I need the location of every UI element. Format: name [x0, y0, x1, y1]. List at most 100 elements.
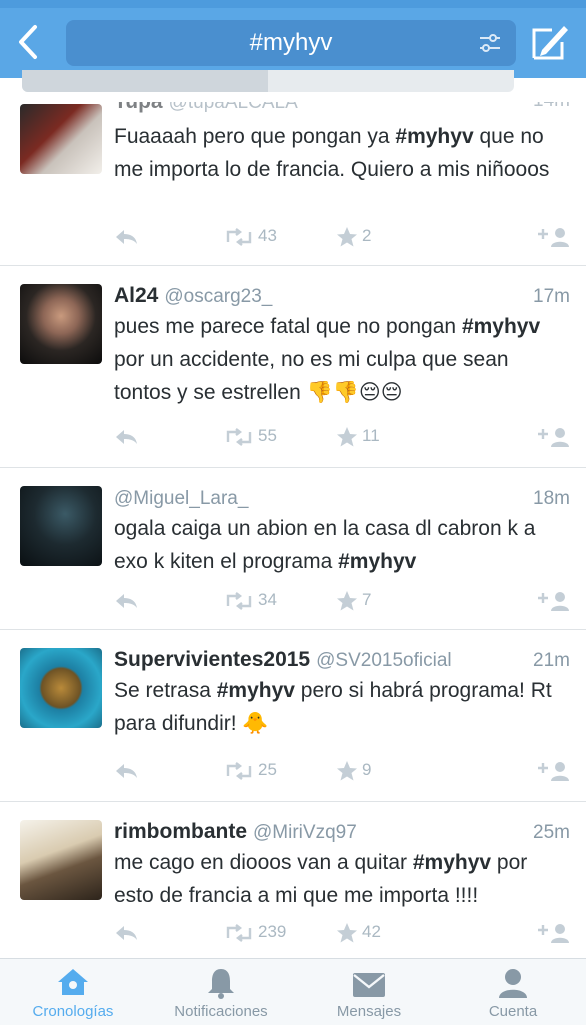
favorite-button[interactable]: 2 [336, 222, 371, 250]
star-icon [337, 426, 357, 447]
retweet-icon [226, 761, 252, 780]
tweet-text-part: pues me parece fatal que no pongan [114, 315, 462, 338]
tweet-text-part: ogala caiga un abion en la casa dl cabro… [114, 517, 536, 573]
compose-button[interactable] [528, 20, 572, 64]
tweet-time: 21m [533, 650, 570, 671]
reply-button[interactable] [114, 756, 138, 784]
hashtag-link[interactable]: #myhyv [462, 315, 540, 338]
reply-button[interactable] [114, 222, 138, 250]
tweet-actions: 239 42 [114, 918, 570, 946]
tweet-author-name: Al24 [114, 284, 159, 307]
hashtag-link[interactable]: #myhyv [217, 679, 295, 702]
star-icon [337, 922, 357, 943]
status-bar [0, 0, 586, 8]
retweet-count: 34 [258, 590, 277, 609]
tweet-handle: @Miguel_Lara_ [114, 488, 249, 509]
retweet-icon [226, 591, 252, 610]
tweet-actions: 34 7 [114, 586, 570, 614]
tweet-handle: @SV2015oficial [316, 650, 452, 671]
tweet-author-name: Supervivientes2015 [114, 648, 311, 671]
retweet-icon [226, 923, 252, 942]
tweet[interactable]: Tupa @tupaALCALA 14m Fuaaaah pero que pon… [0, 102, 586, 266]
follow-button[interactable] [536, 422, 570, 450]
favorite-count: 2 [362, 226, 372, 245]
avatar[interactable] [20, 284, 102, 364]
favorite-button[interactable]: 7 [336, 586, 371, 614]
sliders-icon[interactable] [478, 32, 502, 54]
retweet-button[interactable]: 43 [224, 222, 277, 250]
tweet-author[interactable]: Supervivientes2015 @SV2015oficial [114, 648, 452, 672]
tweet-handle: @tupaALCALA [168, 102, 298, 113]
hashtag-link[interactable]: #myhyv [413, 851, 491, 874]
reply-icon [116, 593, 137, 608]
tweet-actions: 25 9 [114, 756, 570, 784]
favorite-button[interactable]: 9 [336, 756, 371, 784]
person-icon [499, 969, 527, 998]
reply-button[interactable] [114, 586, 138, 614]
follow-icon [538, 591, 569, 611]
chevron-left-icon [19, 25, 37, 59]
retweet-button[interactable]: 25 [224, 756, 277, 784]
tweet-handle: @oscarg23_ [164, 286, 273, 307]
tweet-text: me cago en diooos van a quitar #myhyv po… [114, 846, 570, 912]
tab-cronologias[interactable]: Cronologías [0, 959, 146, 1025]
star-icon [337, 590, 357, 611]
follow-icon [538, 227, 569, 247]
follow-button[interactable] [536, 586, 570, 614]
reply-button[interactable] [114, 918, 138, 946]
favorite-count: 7 [362, 590, 372, 609]
back-button[interactable] [12, 22, 44, 62]
tweet-time: 25m [533, 822, 570, 843]
reply-icon [116, 763, 137, 778]
tweet-time: 14m [533, 102, 570, 112]
retweet-button[interactable]: 55 [224, 422, 277, 450]
tab-notificaciones[interactable]: Notificaciones [148, 959, 294, 1025]
tab-cuenta[interactable]: Cuenta [440, 959, 586, 1025]
tweet-author[interactable]: @Miguel_Lara_ [114, 486, 248, 510]
avatar[interactable] [20, 486, 102, 566]
tweet-time: 18m [533, 488, 570, 509]
retweet-count: 55 [258, 426, 277, 445]
follow-icon [538, 761, 569, 781]
home-icon [58, 969, 88, 995]
tweet-text: Fuaaaah pero que pongan ya #myhyv que no… [114, 120, 570, 186]
follow-icon [538, 923, 569, 943]
follow-button[interactable] [536, 918, 570, 946]
tweet-author-name: rimbombante [114, 820, 248, 843]
reply-icon [116, 229, 137, 244]
tweet-author[interactable]: Tupa @tupaALCALA [114, 102, 298, 114]
tab-mensajes[interactable]: Mensajes [296, 959, 442, 1025]
tweet-text: Se retrasa #myhyv pero si habrá programa… [114, 674, 570, 740]
timeline: Tupa @tupaALCALA 14m Fuaaaah pero que pon… [0, 102, 586, 958]
tweet-handle: @MiriVzq97 [253, 822, 357, 843]
favorite-button[interactable]: 11 [336, 422, 380, 450]
tweet-text-part: Se retrasa [114, 679, 217, 702]
star-icon [337, 226, 357, 247]
avatar[interactable] [20, 648, 102, 728]
avatar[interactable] [20, 104, 102, 174]
follow-button[interactable] [536, 756, 570, 784]
segmented-tabs[interactable] [22, 70, 514, 92]
retweet-count: 239 [258, 922, 287, 941]
avatar[interactable] [20, 820, 102, 900]
search-field[interactable]: #myhyv [66, 20, 516, 66]
tweet[interactable]: rimbombante @MiriVzq97 25m me cago en dio… [0, 802, 586, 958]
tweet-author[interactable]: Al24 @oscarg23_ [114, 284, 272, 308]
tweet[interactable]: Al24 @oscarg23_ 17m pues me parece fatal … [0, 266, 586, 468]
tweet[interactable]: Supervivientes2015 @SV2015oficial 21m Se … [0, 630, 586, 802]
retweet-icon [226, 427, 252, 446]
tab-label: Notificaciones [174, 1003, 268, 1020]
hashtag-link[interactable]: #myhyv [338, 550, 416, 573]
tab-label: Cronologías [32, 1003, 114, 1020]
tweet-author[interactable]: rimbombante @MiriVzq97 [114, 820, 357, 844]
tab-top[interactable] [22, 70, 268, 92]
reply-icon [116, 429, 137, 444]
reply-button[interactable] [114, 422, 138, 450]
retweet-button[interactable]: 239 [224, 918, 286, 946]
hashtag-link[interactable]: #myhyv [395, 125, 473, 148]
retweet-button[interactable]: 34 [224, 586, 277, 614]
favorite-button[interactable]: 42 [336, 918, 381, 946]
tweet-actions: 55 11 [114, 422, 570, 450]
follow-button[interactable] [536, 222, 570, 250]
tweet[interactable]: @Miguel_Lara_ 18m ogala caiga un abion e… [0, 468, 586, 630]
